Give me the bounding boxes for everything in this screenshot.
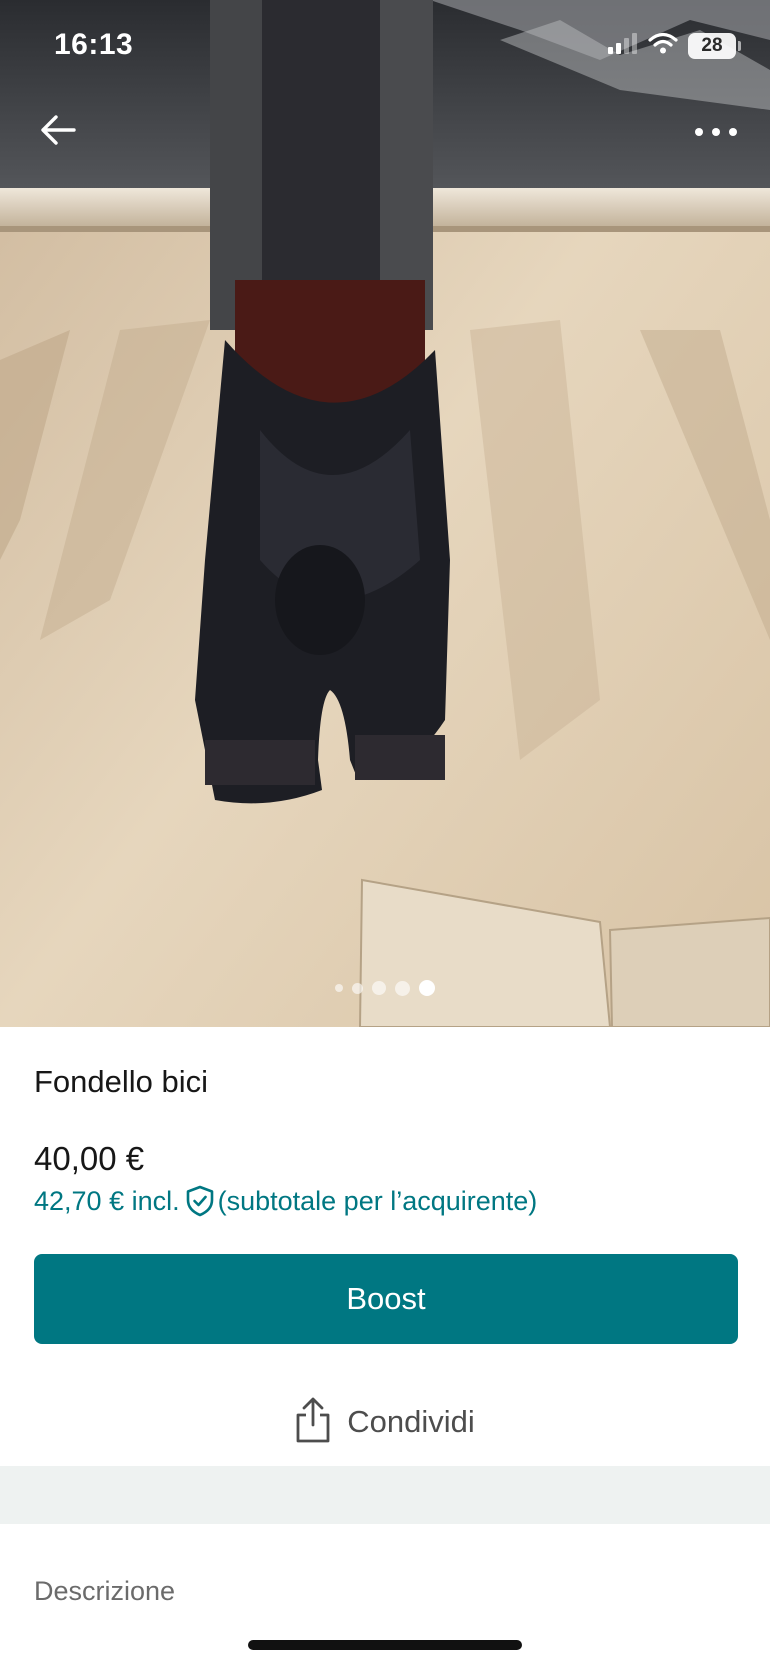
signal-icon xyxy=(608,32,638,59)
photo-pagination xyxy=(0,978,770,998)
status-time: 16:13 xyxy=(54,28,134,61)
share-button[interactable]: Condividi xyxy=(0,1394,770,1450)
item-title: Fondello bici xyxy=(34,1064,209,1099)
section-divider xyxy=(0,1466,770,1524)
arrow-left-icon xyxy=(40,114,76,151)
more-options-button[interactable] xyxy=(684,108,748,158)
boost-button[interactable]: Boost xyxy=(34,1254,738,1344)
status-icons: 28 xyxy=(608,32,741,59)
pagination-dot[interactable] xyxy=(395,980,410,996)
pagination-dot[interactable] xyxy=(352,982,363,994)
pagination-dot-active[interactable] xyxy=(419,980,435,996)
description-heading: Descrizione xyxy=(34,1576,176,1606)
pagination-dot[interactable] xyxy=(335,984,343,992)
shield-check-icon xyxy=(186,1185,214,1217)
status-bar: 16:13 28 xyxy=(0,0,770,92)
share-icon xyxy=(295,1397,331,1448)
share-label: Condividi xyxy=(347,1404,475,1439)
more-horizontal-icon xyxy=(694,124,738,142)
price-incl-value: 42,70 € incl. xyxy=(34,1185,180,1216)
home-indicator[interactable] xyxy=(248,1640,522,1650)
back-button[interactable] xyxy=(30,104,86,160)
pagination-dot[interactable] xyxy=(372,981,386,995)
wifi-icon xyxy=(648,32,678,59)
battery-icon: 28 xyxy=(688,32,741,59)
item-photo-image xyxy=(0,0,770,1027)
price-incl-note: (subtotale per l’acquirente) xyxy=(217,1185,538,1216)
item-detail-screen: 16:13 28 Fondello bici 40,00 € 42,70 € i… xyxy=(0,0,770,1667)
battery-level: 28 xyxy=(701,34,723,56)
item-price: 40,00 € xyxy=(34,1140,145,1177)
item-photo[interactable] xyxy=(0,0,770,1027)
buyer-protection-price[interactable]: 42,70 € incl. (subtotale per l’acquirent… xyxy=(34,1185,537,1217)
